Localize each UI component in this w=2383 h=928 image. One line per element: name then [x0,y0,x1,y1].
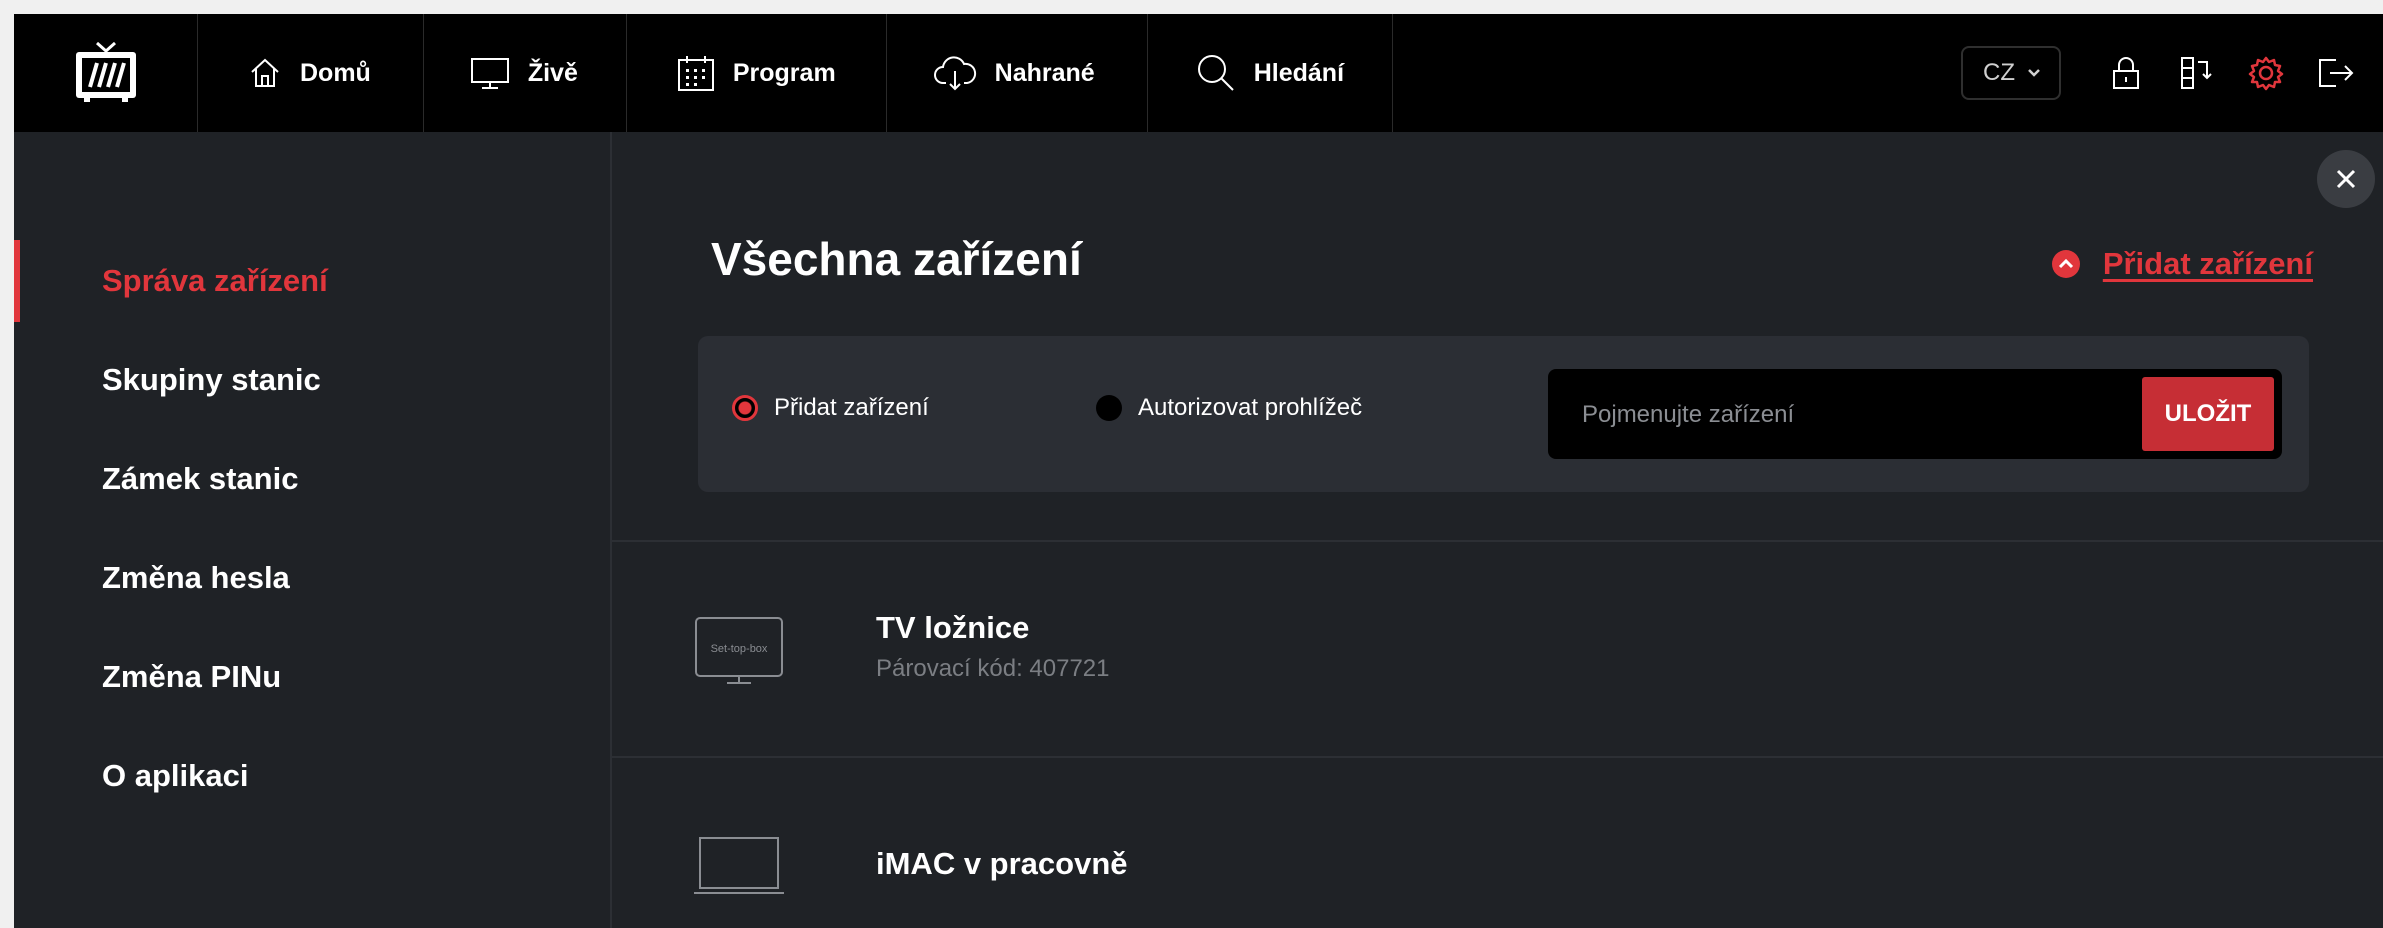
monitor-icon [470,58,509,89]
device-name-input[interactable] [1580,369,2144,461]
radio-unselected-indicator [1096,395,1122,421]
sidebar-item-change-pin[interactable]: Změna PINu [102,657,281,697]
gear-icon [2248,56,2284,91]
logo[interactable] [14,14,198,132]
cloud-download-icon [933,56,976,91]
nav-home[interactable]: Domů [198,14,424,132]
device-name-box: ULOŽIT [1548,369,2282,461]
parental-lock-button[interactable] [2091,38,2161,108]
calendar-icon [677,56,714,91]
chevron-up-circle-icon [2051,250,2080,278]
save-button[interactable]: ULOŽIT [2142,377,2274,451]
nav-search[interactable]: Hledání [1148,14,1394,132]
nav-label-recorded: Nahrané [994,58,1095,87]
language-select[interactable]: CZ [1961,46,2061,100]
nav-label-program: Program [732,58,836,87]
main-content: Všechna zařízení Přidat zařízení Přidat … [612,132,2383,928]
nav-label-live: Živě [527,58,578,87]
settings-sidebar: Správa zařízení Skupiny stanic Zámek sta… [14,132,612,928]
set-top-box-icon: Set-top-box [695,617,783,684]
logout-icon [2319,59,2354,87]
lock-icon [2113,57,2139,89]
language-value: CZ [1983,59,2015,86]
settings-button[interactable] [2231,38,2301,108]
search-icon [1197,55,1234,91]
close-icon [2336,169,2356,189]
set-top-box-icon-label: Set-top-box [711,643,768,655]
device-switch-button[interactable] [2161,38,2231,108]
device-name: iMAC v pracovně [876,846,1128,881]
device-row[interactable]: Set-top-box TV ložnice Párovací kód: 407… [612,542,2383,756]
sidebar-item-about[interactable]: O aplikaci [102,756,248,796]
add-device-panel: Přidat zařízení Autorizovat prohlížeč UL… [698,336,2309,492]
nav-label-search: Hledání [1253,58,1345,87]
nav-recorded[interactable]: Nahrané [887,14,1148,132]
logout-button[interactable] [2301,38,2371,108]
add-device-link-label: Přidat zařízení [2102,246,2313,281]
devices-switch-icon [2181,57,2212,89]
nav-label-home: Domů [300,58,371,87]
tv-logo-icon [75,41,136,102]
nav-program[interactable]: Program [627,14,887,132]
close-button[interactable] [2317,150,2375,208]
sidebar-item-change-password[interactable]: Změna hesla [102,558,290,598]
device-pairing-code: Párovací kód: 407721 [876,655,1110,682]
laptop-icon [694,837,784,894]
radio-add-device[interactable]: Přidat zařízení [732,394,929,422]
device-row[interactable]: iMAC v pracovně [612,758,2383,928]
app-window: Domů Živě Program Nahrané Hledání CZ Spr… [14,14,2383,928]
page-title: Všechna zařízení [711,233,1082,285]
sidebar-item-device-management[interactable]: Správa zařízení [102,261,328,301]
add-device-link[interactable]: Přidat zařízení [2051,246,2313,282]
home-icon [251,58,279,87]
radio-selected-indicator [732,395,758,421]
sidebar-item-channel-groups[interactable]: Skupiny stanic [102,360,321,400]
radio-authorize-browser[interactable]: Autorizovat prohlížeč [1096,394,1362,422]
top-navigation-bar: Domů Živě Program Nahrané Hledání CZ [14,14,2383,132]
sidebar-item-channel-lock[interactable]: Zámek stanic [102,459,298,499]
device-name: TV ložnice [876,610,1030,645]
chevron-down-icon [2028,69,2040,77]
top-right-controls: CZ [1961,14,2383,132]
active-item-marker [14,240,20,322]
radio-authorize-browser-label: Autorizovat prohlížeč [1138,394,1363,421]
nav-live[interactable]: Živě [424,14,627,132]
radio-add-device-label: Přidat zařízení [774,394,929,421]
